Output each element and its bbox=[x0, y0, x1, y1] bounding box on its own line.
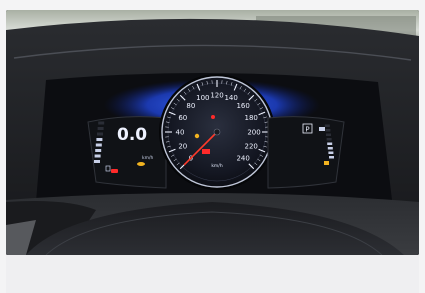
speedometer-unit: km/h bbox=[211, 163, 223, 169]
speedometer-scale-label: 100 bbox=[196, 94, 209, 102]
indicator-amber-icon bbox=[194, 133, 200, 139]
speedometer-scale-label: 20 bbox=[178, 143, 187, 151]
temperature-gauge-segment bbox=[326, 133, 331, 136]
seatbelt-icon bbox=[211, 115, 215, 119]
bottom-strip bbox=[6, 255, 419, 293]
fuel-gauge-segment bbox=[94, 160, 100, 163]
fuel-gauge-segment bbox=[96, 138, 103, 141]
left-display: 0.0 km/h bbox=[87, 116, 167, 189]
engine-warning-icon bbox=[111, 169, 118, 173]
fuel-gauge-segment bbox=[98, 121, 105, 125]
digital-speed-unit: km/h bbox=[142, 155, 154, 161]
speedometer-scale-label: 180 bbox=[244, 114, 257, 122]
speedometer-scale-label: 80 bbox=[186, 102, 195, 110]
fuel-gauge-segment bbox=[97, 132, 103, 136]
temperature-gauge-segment bbox=[325, 129, 331, 132]
temperature-gauge-segment bbox=[328, 151, 334, 154]
speedometer: 020406080100120140160180200220240 km/h bbox=[159, 74, 275, 190]
temperature-gauge-segment bbox=[327, 147, 333, 150]
speedometer-scale-label: 140 bbox=[224, 94, 237, 102]
right-display: P bbox=[267, 116, 345, 189]
headlight-indicator-icon bbox=[319, 127, 325, 131]
speedometer-scale-label: 120 bbox=[210, 91, 223, 99]
speedometer-scale-label: 40 bbox=[176, 128, 185, 136]
speedometer-scale-label: 200 bbox=[247, 128, 260, 136]
gear-indicator-icon: P bbox=[305, 126, 309, 134]
temperature-gauge-segment bbox=[326, 138, 332, 141]
temperature-gauge-segment bbox=[329, 156, 334, 159]
fuel-gauge-segment bbox=[94, 154, 101, 158]
dashboard-photo: 0.0 km/h 0204060801001201401601802002202… bbox=[6, 10, 419, 255]
speedometer-scale-label: 240 bbox=[236, 155, 249, 163]
speedometer-scale-label: 160 bbox=[236, 102, 249, 110]
warning-amber-icon bbox=[324, 161, 329, 165]
temperature-gauge-segment bbox=[324, 124, 330, 127]
fuel-gauge-segment bbox=[95, 149, 102, 152]
digital-speed-readout: 0.0 bbox=[117, 125, 147, 145]
oil-warning-icon bbox=[137, 162, 145, 166]
speedometer-scale-label: 220 bbox=[244, 143, 257, 151]
needle-hub bbox=[213, 128, 221, 136]
temperature-gauge-segment bbox=[327, 142, 333, 145]
battery-warning-icon bbox=[202, 149, 210, 154]
fuel-gauge-segment bbox=[95, 143, 102, 147]
speedometer-scale-label: 60 bbox=[178, 114, 187, 122]
fuel-gauge-segment bbox=[97, 127, 104, 130]
